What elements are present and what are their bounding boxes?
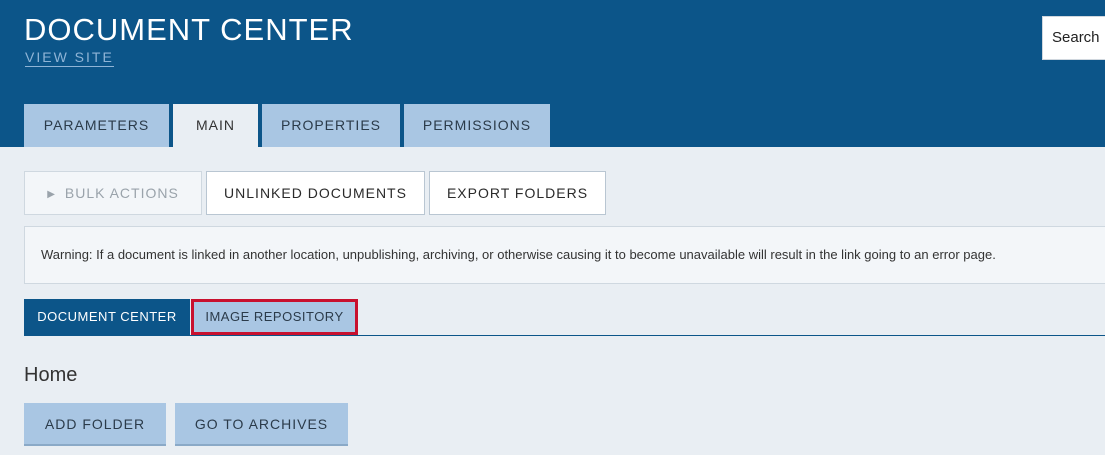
tab-main[interactable]: MAIN: [173, 104, 258, 147]
view-site-link[interactable]: VIEW SITE: [25, 49, 114, 67]
folder-heading: Home: [24, 364, 78, 386]
tab-image-repository[interactable]: IMAGE REPOSITORY: [191, 299, 358, 335]
subtab-divider: [24, 335, 1105, 336]
add-folder-button[interactable]: ADD FOLDER: [24, 403, 166, 446]
page-title: DOCUMENT CENTER: [24, 12, 354, 47]
tab-parameters[interactable]: PARAMETERS: [24, 104, 169, 147]
tab-properties[interactable]: PROPERTIES: [262, 104, 400, 147]
site-header: DOCUMENT CENTER VIEW SITE Search PARAMET…: [0, 0, 1105, 147]
warning-message: Warning: If a document is linked in anot…: [24, 226, 1105, 284]
bulk-actions-button[interactable]: ▶ BULK ACTIONS: [24, 171, 202, 215]
search-input[interactable]: Search: [1042, 16, 1105, 60]
bulk-actions-label: BULK ACTIONS: [64, 185, 179, 201]
tab-document-center[interactable]: DOCUMENT CENTER: [24, 299, 190, 335]
play-triangle-icon: ▶: [47, 189, 56, 200]
tab-permissions[interactable]: PERMISSIONS: [404, 104, 550, 147]
unlinked-documents-button[interactable]: UNLINKED DOCUMENTS: [206, 171, 425, 215]
go-to-archives-button[interactable]: GO TO ARCHIVES: [175, 403, 348, 446]
export-folders-button[interactable]: EXPORT FOLDERS: [429, 171, 606, 215]
